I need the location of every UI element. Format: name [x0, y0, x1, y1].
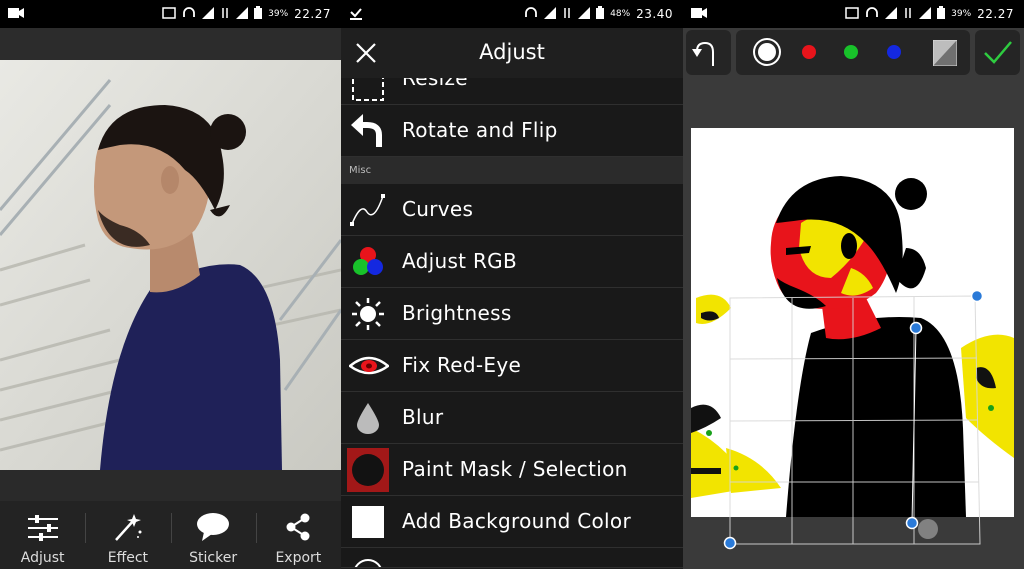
effect-button[interactable]: Effect	[85, 501, 170, 569]
eraser-icon[interactable]	[932, 39, 958, 70]
adjust-menu-list: Resize Rotate and Flip Misc Curves Adjus…	[341, 78, 683, 568]
status-bar: 39% 22.27	[683, 0, 1024, 28]
menu-item-label: Paint Mask / Selection	[402, 457, 628, 481]
mask-toolbar	[683, 28, 1024, 78]
checkmark-icon	[984, 41, 1012, 64]
color-white-swatch[interactable]	[758, 43, 776, 61]
confirm-button[interactable]	[975, 30, 1020, 75]
menu-item-resize[interactable]: Resize	[341, 78, 683, 105]
menu-item-label: Rotate and Flip	[402, 118, 558, 142]
mask-icon	[347, 448, 389, 492]
bottom-toolbar: Adjust Effect Sticker Export	[0, 501, 341, 569]
menu-item-cut-off[interactable]	[341, 548, 683, 568]
signal-icon-2	[236, 6, 249, 22]
menu-item-label: Fix Red-Eye	[402, 353, 522, 377]
battery-percent: 39%	[268, 9, 289, 19]
export-label: Export	[275, 550, 322, 566]
white-square-icon	[349, 504, 387, 540]
resize-icon	[349, 78, 387, 104]
menu-item-adjust-rgb[interactable]: Adjust RGB	[341, 236, 683, 288]
adjust-header: Adjust	[341, 28, 683, 78]
menu-item-label: Add Background Color	[402, 509, 631, 533]
sticker-label: Sticker	[189, 550, 238, 566]
grid-handle-bottom	[905, 516, 919, 530]
clock-icon	[349, 556, 387, 567]
battery-icon	[937, 6, 946, 22]
grid-handle-bottom-left	[723, 536, 737, 550]
effect-label: Effect	[107, 550, 149, 566]
menu-item-paint-mask[interactable]: Paint Mask / Selection	[341, 444, 683, 496]
cast-icon	[845, 6, 859, 22]
adjust-label: Adjust	[20, 550, 65, 566]
rgb-circles-icon	[349, 244, 387, 280]
droplet-icon	[349, 400, 387, 436]
menu-item-add-background-color[interactable]: Add Background Color	[341, 496, 683, 548]
curve-icon	[349, 192, 387, 228]
menu-item-label: Curves	[402, 197, 474, 221]
status-bar: 48% 23.40	[341, 0, 683, 28]
editor-screen: 39% 22.27 Adjust Effect Sticker Export	[0, 0, 341, 569]
menu-item-curves[interactable]: Curves	[341, 184, 683, 236]
video-camera-icon	[8, 7, 24, 22]
undo-button[interactable]	[686, 30, 731, 75]
clock: 23.40	[636, 7, 673, 21]
data-arrows-icon	[220, 7, 230, 22]
export-button[interactable]: Export	[255, 501, 341, 569]
red-eye-icon	[347, 348, 391, 384]
paint-mask-screen: 39% 22.27	[683, 0, 1024, 569]
signal-icon-2	[578, 6, 591, 22]
menu-item-fix-red-eye[interactable]: Fix Red-Eye	[341, 340, 683, 392]
data-arrows-icon	[903, 7, 913, 22]
battery-percent: 39%	[951, 9, 972, 19]
adjust-menu-screen: 48% 23.40 Adjust Resize Rotate and Flip …	[341, 0, 683, 569]
headphones-icon	[182, 6, 196, 22]
posterized-photo	[691, 128, 1014, 517]
menu-item-blur[interactable]: Blur	[341, 392, 683, 444]
menu-item-label: Resize	[402, 78, 468, 90]
rotate-arrow-icon	[349, 113, 387, 149]
sticker-button[interactable]: Sticker	[170, 501, 256, 569]
color-green-swatch[interactable]	[844, 45, 858, 59]
signal-icon	[202, 6, 215, 22]
color-blue-swatch[interactable]	[887, 45, 901, 59]
undo-icon	[692, 41, 714, 66]
menu-item-brightness[interactable]: Brightness	[341, 288, 683, 340]
signal-icon	[544, 6, 557, 22]
speech-bubble-icon	[197, 513, 230, 541]
headphones-icon	[865, 6, 879, 22]
top-spacer	[0, 28, 341, 60]
magic-wand-icon	[114, 514, 142, 541]
data-arrows-icon	[562, 7, 572, 22]
menu-item-label: Blur	[402, 405, 444, 429]
signal-icon	[885, 6, 898, 22]
color-red-swatch[interactable]	[802, 45, 816, 59]
menu-item-label: Adjust RGB	[402, 249, 517, 273]
video-camera-icon	[691, 7, 707, 22]
sun-icon	[349, 296, 387, 332]
photo-image	[0, 60, 341, 470]
download-done-icon	[349, 7, 363, 23]
page-title: Adjust	[479, 40, 545, 64]
mask-canvas[interactable]	[691, 128, 1014, 517]
adjust-button[interactable]: Adjust	[0, 501, 85, 569]
battery-percent: 48%	[610, 9, 631, 19]
menu-item-label: Brightness	[402, 301, 512, 325]
section-header-misc: Misc	[341, 157, 683, 184]
status-bar: 39% 22.27	[0, 0, 341, 28]
cast-icon	[162, 6, 176, 22]
sliders-icon	[27, 515, 58, 541]
touch-indicator	[918, 519, 938, 539]
battery-icon	[596, 6, 605, 22]
clock: 22.27	[294, 7, 331, 21]
color-picker	[736, 30, 970, 75]
photo-preview[interactable]	[0, 60, 341, 470]
clock: 22.27	[977, 7, 1014, 21]
signal-icon-2	[919, 6, 932, 22]
share-icon	[286, 513, 310, 541]
battery-icon	[254, 6, 263, 22]
menu-item-rotate-flip[interactable]: Rotate and Flip	[341, 105, 683, 157]
headphones-icon	[524, 6, 538, 22]
